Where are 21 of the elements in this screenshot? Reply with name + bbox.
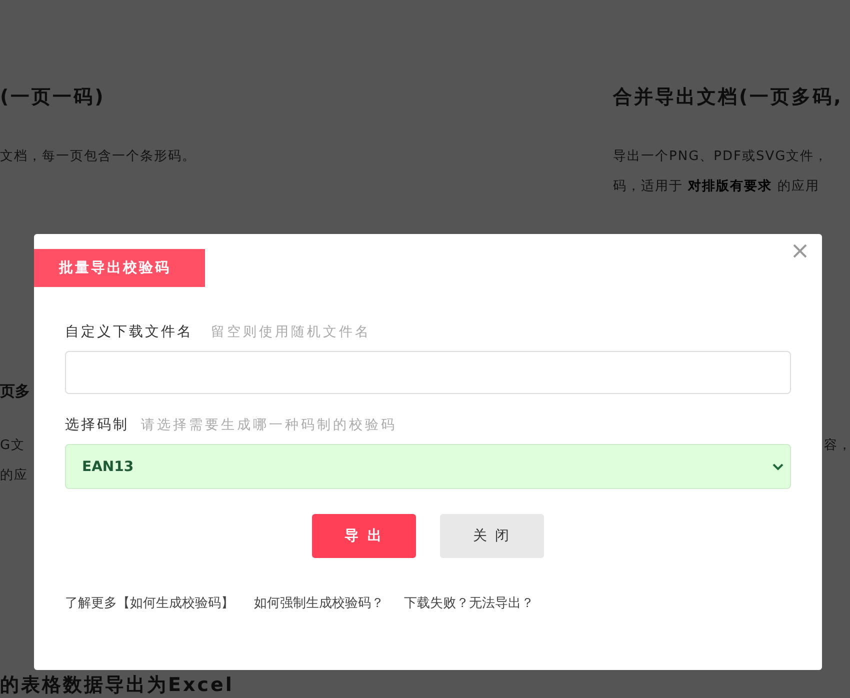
section-description: G文 的应: [0, 437, 28, 485]
filename-input[interactable]: [65, 351, 791, 394]
section-title: 合并导出文档(一页多码,: [613, 85, 844, 110]
filename-hint: 留空则使用随机文件名: [211, 323, 371, 341]
codetype-select[interactable]: EAN13: [65, 444, 791, 489]
section-description: 文档，每一页包含一个条形码。: [0, 148, 196, 166]
chevron-down-icon: [772, 462, 784, 470]
close-button[interactable]: 关 闭: [440, 514, 544, 558]
help-link[interactable]: 如何强制生成校验码？: [254, 594, 384, 612]
dialog-title: 批量导出校验码: [34, 249, 205, 287]
filename-label: 自定义下载文件名: [65, 323, 193, 341]
help-link[interactable]: 了解更多【如何生成校验码】: [65, 594, 234, 612]
section-description: 导出一个PNG、PDF或SVG文件， 码，适用于 对排版有要求 的应用: [613, 148, 828, 196]
section-title: (一页一码): [0, 85, 106, 110]
close-icon[interactable]: [793, 244, 807, 258]
section-description: 容，: [824, 437, 850, 455]
section-title: 的表格数据导出为Excel: [0, 673, 234, 698]
codetype-label: 选择码制: [65, 416, 129, 434]
help-link[interactable]: 下载失败？无法导出？: [404, 594, 534, 612]
codetype-hint: 请选择需要生成哪一种码制的校验码: [141, 416, 397, 434]
section-title: 页多: [0, 381, 30, 402]
